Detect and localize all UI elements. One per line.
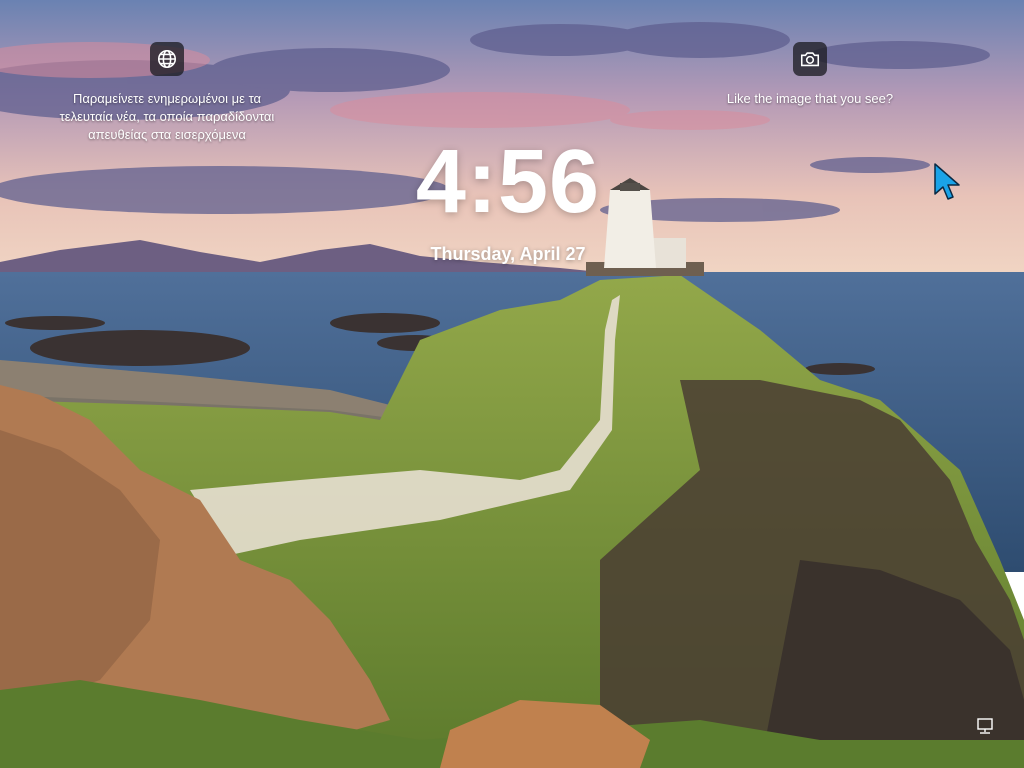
lock-screen-date: Thursday, April 27	[430, 244, 586, 264]
photo-widget-text[interactable]: Like the image that you see?	[727, 90, 893, 108]
news-widget[interactable]: Παραμείνετε ενημερωμένοι με τα τελευταία…	[48, 42, 286, 144]
camera-icon[interactable]	[793, 42, 827, 76]
network-icon[interactable]	[975, 716, 995, 736]
news-widget-text[interactable]: Παραμείνετε ενημερωμένοι με τα τελευταία…	[48, 90, 286, 144]
lock-screen-clock: 4:56	[415, 132, 601, 232]
mouse-cursor-icon	[934, 163, 960, 200]
globe-icon[interactable]	[150, 42, 184, 76]
photo-widget[interactable]: Like the image that you see?	[700, 42, 920, 108]
